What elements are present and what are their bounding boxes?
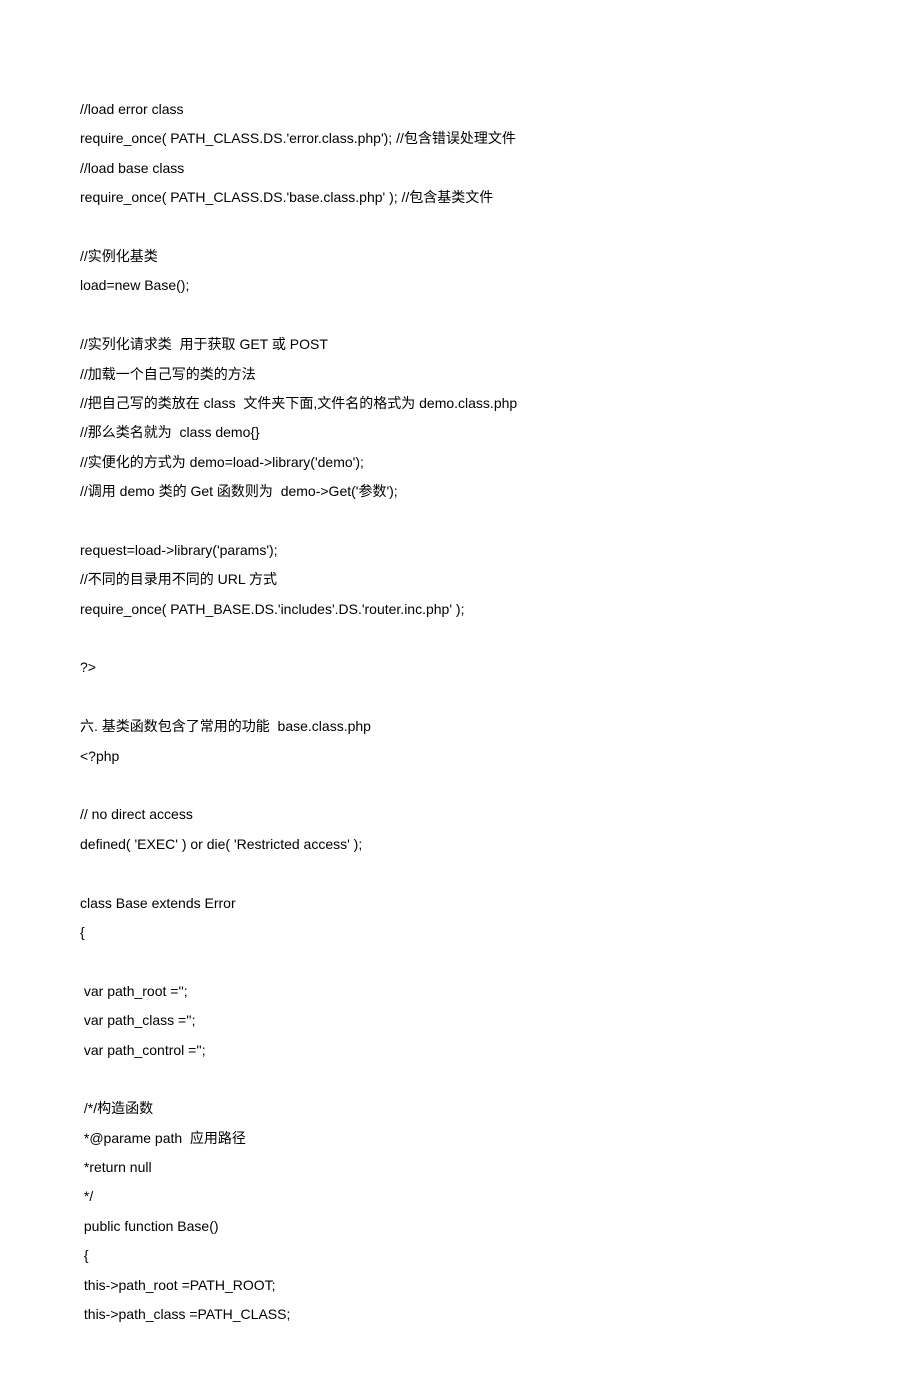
code-line: *@parame path 应用路径 [80,1124,840,1153]
blank-line [80,771,840,800]
code-line: require_once( PATH_CLASS.DS.'base.class.… [80,183,840,212]
blank-line [80,947,840,976]
code-line: var path_control =''; [80,1036,840,1065]
code-line: //load error class [80,95,840,124]
code-line: 六. 基类函数包含了常用的功能 base.class.php [80,712,840,741]
code-line: // no direct access [80,800,840,829]
code-line: require_once( PATH_CLASS.DS.'error.class… [80,124,840,153]
blank-line [80,506,840,535]
blank-line [80,301,840,330]
code-line: //加载一个自己写的类的方法 [80,360,840,389]
code-line: class Base extends Error [80,889,840,918]
blank-line [80,859,840,888]
code-line: var path_class =''; [80,1006,840,1035]
code-line: { [80,1241,840,1270]
code-line: { [80,918,840,947]
code-line: /*/构造函数 [80,1094,840,1123]
code-line: //那么类名就为 class demo{} [80,418,840,447]
code-line: <?php [80,742,840,771]
code-line: //调用 demo 类的 Get 函数则为 demo->Get('参数'); [80,477,840,506]
code-line: //实例化基类 [80,242,840,271]
code-line: require_once( PATH_BASE.DS.'includes'.DS… [80,595,840,624]
code-line: //不同的目录用不同的 URL 方式 [80,565,840,594]
document-page: //load error classrequire_once( PATH_CLA… [0,0,920,1389]
code-line: this->path_class =PATH_CLASS; [80,1300,840,1329]
code-line: *return null [80,1153,840,1182]
blank-line [80,213,840,242]
blank-line [80,683,840,712]
code-line: public function Base() [80,1212,840,1241]
code-line: ?> [80,653,840,682]
code-line: //load base class [80,154,840,183]
code-line: //把自己写的类放在 class 文件夹下面,文件名的格式为 demo.clas… [80,389,840,418]
code-line: request=load->library('params'); [80,536,840,565]
code-line: load=new Base(); [80,271,840,300]
code-line: this->path_root =PATH_ROOT; [80,1271,840,1300]
code-line: */ [80,1182,840,1211]
code-line: var path_root =''; [80,977,840,1006]
blank-line [80,624,840,653]
blank-line [80,1065,840,1094]
code-line: //实便化的方式为 demo=load->library('demo'); [80,448,840,477]
code-line: //实列化请求类 用于获取 GET 或 POST [80,330,840,359]
code-line: defined( 'EXEC' ) or die( 'Restricted ac… [80,830,840,859]
